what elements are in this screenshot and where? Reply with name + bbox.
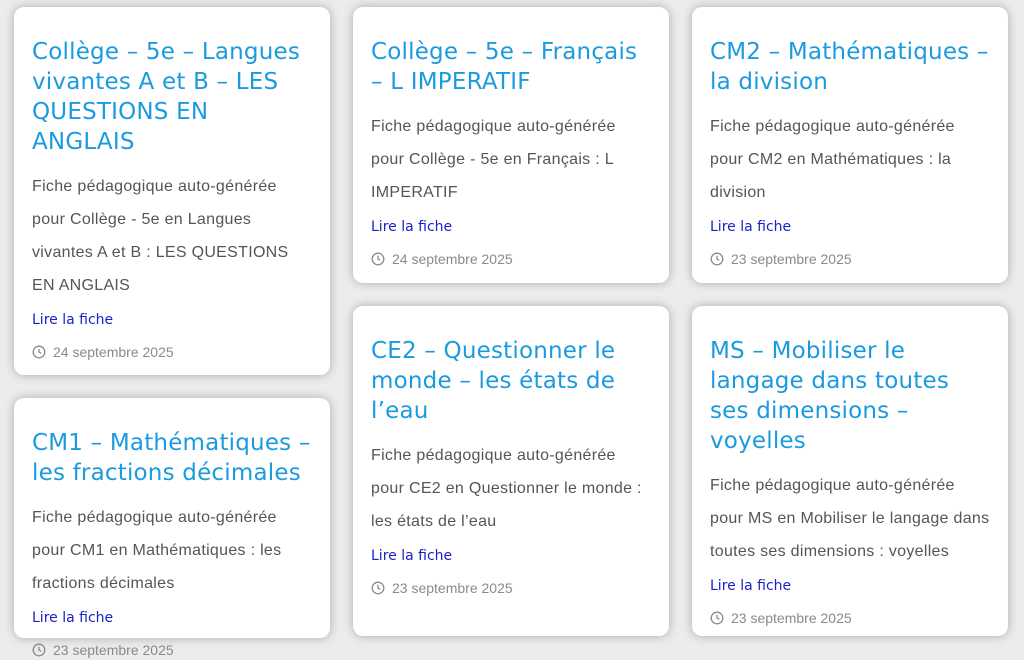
clock-icon — [710, 252, 724, 266]
post-card: CE2 – Questionner le monde – les états d… — [353, 306, 669, 636]
clock-icon — [371, 252, 385, 266]
post-card: CM1 – Mathématiques – les fractions déci… — [14, 398, 330, 658]
clock-icon — [371, 581, 385, 595]
clock-icon — [32, 345, 46, 359]
post-excerpt: Fiche pédagogique auto-générée pour Coll… — [32, 178, 289, 294]
post-date-text: 23 septembre 2025 — [53, 642, 174, 658]
post-date-text: 23 septembre 2025 — [731, 251, 852, 267]
post-date: 24 septembre 2025 — [371, 249, 651, 269]
clock-icon — [710, 611, 724, 625]
post-date-text: 23 septembre 2025 — [731, 610, 852, 626]
post-date: 24 septembre 2025 — [32, 342, 312, 362]
post-excerpt: Fiche pédagogique auto-générée pour MS e… — [710, 477, 990, 560]
read-more-link[interactable]: Lire la fiche — [32, 310, 312, 330]
post-date-text: 24 septembre 2025 — [53, 344, 174, 360]
read-more-link[interactable]: Lire la fiche — [371, 217, 651, 237]
post-date: 23 septembre 2025 — [32, 640, 312, 660]
post-date-text: 24 septembre 2025 — [392, 251, 513, 267]
post-title[interactable]: MS – Mobiliser le langage dans toutes se… — [710, 336, 990, 456]
read-more-link[interactable]: Lire la fiche — [710, 576, 990, 596]
post-date: 23 septembre 2025 — [710, 249, 990, 269]
post-card: Collège – 5e – Langues vivantes A et B –… — [14, 7, 330, 375]
post-title[interactable]: CM2 – Mathématiques – la division — [710, 37, 990, 97]
post-title[interactable]: Collège – 5e – Français – L IMPERATIF — [371, 37, 651, 97]
post-date: 23 septembre 2025 — [710, 608, 990, 628]
read-more-link[interactable]: Lire la fiche — [710, 217, 990, 237]
post-excerpt: Fiche pédagogique auto-générée pour CE2 … — [371, 447, 642, 530]
clock-icon — [32, 643, 46, 657]
post-title[interactable]: CE2 – Questionner le monde – les états d… — [371, 336, 651, 426]
post-date: 23 septembre 2025 — [371, 578, 651, 598]
post-card: MS – Mobiliser le langage dans toutes se… — [692, 306, 1008, 636]
read-more-link[interactable]: Lire la fiche — [371, 546, 651, 566]
read-more-link[interactable]: Lire la fiche — [32, 608, 312, 628]
post-excerpt: Fiche pédagogique auto-générée pour CM1 … — [32, 509, 282, 592]
post-date-text: 23 septembre 2025 — [392, 580, 513, 596]
post-card: CM2 – Mathématiques – la division Fiche … — [692, 7, 1008, 283]
post-excerpt: Fiche pédagogique auto-générée pour CM2 … — [710, 118, 955, 201]
post-title[interactable]: Collège – 5e – Langues vivantes A et B –… — [32, 37, 312, 157]
post-title[interactable]: CM1 – Mathématiques – les fractions déci… — [32, 428, 312, 488]
post-card: Collège – 5e – Français – L IMPERATIF Fi… — [353, 7, 669, 283]
post-excerpt: Fiche pédagogique auto-générée pour Coll… — [371, 118, 616, 201]
